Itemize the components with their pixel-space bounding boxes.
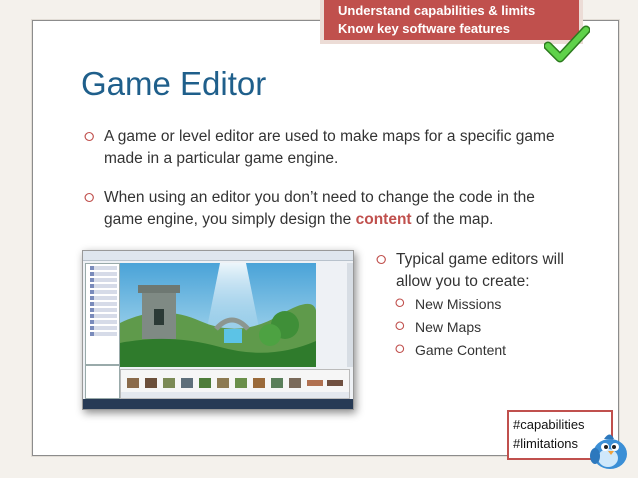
editor-menubar — [83, 251, 353, 261]
sub-bullet-text: New Maps — [415, 319, 482, 335]
sub-bullet-missions: ⭘ New Missions — [395, 296, 502, 312]
square-bullet-icon: ⭘ — [395, 319, 405, 333]
square-bullet-icon: ⭘ — [395, 296, 405, 310]
bullet-text: A game or level editor are used to make … — [104, 128, 555, 167]
editor-properties-panel — [85, 365, 120, 399]
banner-line-2: Know key software features — [338, 21, 510, 36]
bullet-no-code-change: ⭘ When using an editor you don’t need to… — [84, 187, 576, 231]
banner-line-1: Understand capabilities & limits — [338, 3, 536, 18]
level-scene-image — [120, 263, 316, 367]
editor-scrollbar — [347, 263, 353, 367]
square-bullet-icon: ⭘ — [84, 129, 95, 144]
sub-bullet-content: ⭘ Game Content — [395, 342, 507, 358]
highlight-content: content — [355, 211, 412, 228]
bullet-text-after: of the map. — [411, 211, 494, 228]
bullet-typical-editors: ⭘ Typical game editors will allow you to… — [376, 249, 581, 293]
sub-bullet-maps: ⭘ New Maps — [395, 319, 482, 335]
checkmark-icon — [544, 25, 590, 63]
editor-object-tree — [85, 263, 120, 365]
editor-asset-palette — [120, 369, 350, 399]
sub-bullet-text: New Missions — [415, 296, 502, 312]
bullet-editor-purpose: ⭘ A game or level editor are used to mak… — [84, 126, 576, 170]
bullet-text: Typical game editors will allow you to c… — [396, 251, 564, 290]
square-bullet-icon: ⭘ — [376, 252, 387, 267]
twitter-bird-icon — [590, 434, 627, 469]
os-taskbar — [83, 399, 353, 409]
square-bullet-icon: ⭘ — [84, 190, 95, 205]
sub-bullet-text: Game Content — [415, 342, 507, 358]
game-editor-screenshot — [82, 250, 354, 410]
square-bullet-icon: ⭘ — [395, 342, 405, 356]
slide-title: Game Editor — [81, 65, 267, 102]
